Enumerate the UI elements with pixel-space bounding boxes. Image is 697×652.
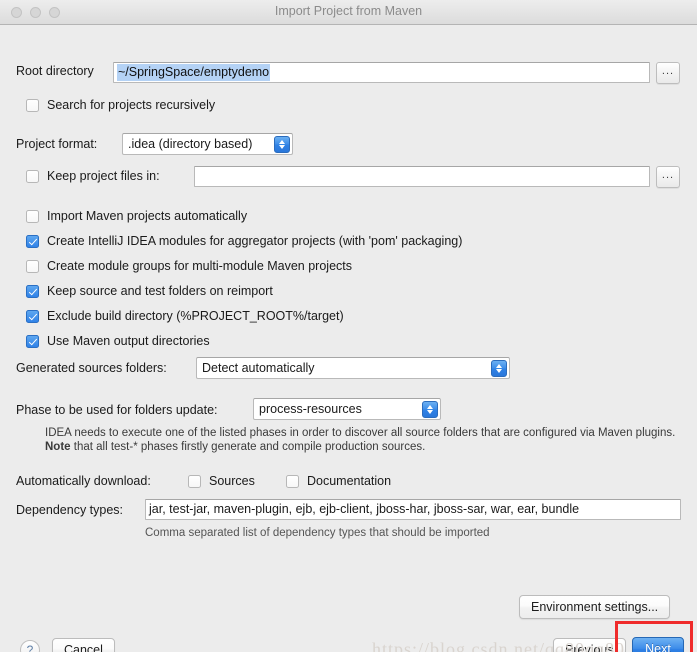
search-recursively-row[interactable]: Search for projects recursively xyxy=(26,98,215,112)
window-titlebar: Import Project from Maven xyxy=(0,0,697,25)
option-exclude-build-row[interactable]: Exclude build directory (%PROJECT_ROOT%/… xyxy=(26,309,344,323)
root-directory-label: Root directory xyxy=(16,64,94,78)
option-checkbox[interactable] xyxy=(26,259,39,273)
phase-hint-line2-wrap: Note that all test-* phases firstly gene… xyxy=(45,440,690,454)
cancel-button[interactable]: Cancel xyxy=(52,638,115,652)
phase-hint-note-bold: Note xyxy=(45,441,71,453)
auto-download-documentation-row[interactable]: Documentation xyxy=(286,474,391,488)
phase-hint-line1: IDEA needs to execute one of the listed … xyxy=(45,427,676,439)
dependency-types-value: jar, test-jar, maven-plugin, ejb, ejb-cl… xyxy=(149,502,580,516)
option-checkbox[interactable] xyxy=(26,234,39,248)
option-label: Create module groups for multi-module Ma… xyxy=(47,259,352,273)
generated-sources-combobox[interactable]: Detect automatically xyxy=(196,357,510,379)
option-import-automatically-row[interactable]: Import Maven projects automatically xyxy=(26,209,247,223)
project-format-value: .idea (directory based) xyxy=(128,137,253,151)
generated-sources-label: Generated sources folders: xyxy=(16,361,167,375)
option-label: Use Maven output directories xyxy=(47,334,210,348)
generated-sources-label-wrap: Generated sources folders: xyxy=(16,361,167,375)
dependency-types-input[interactable]: jar, test-jar, maven-plugin, ejb, ejb-cl… xyxy=(145,499,681,520)
dependency-types-label: Dependency types: xyxy=(16,503,124,517)
generated-sources-value: Detect automatically xyxy=(202,361,315,375)
option-module-groups-row[interactable]: Create module groups for multi-module Ma… xyxy=(26,259,352,273)
keep-project-files-row[interactable]: Keep project files in: xyxy=(26,169,160,183)
project-format-label: Project format: xyxy=(16,137,98,151)
root-directory-label-wrap: Root directory xyxy=(16,64,94,78)
option-checkbox[interactable] xyxy=(26,309,39,323)
option-checkbox[interactable] xyxy=(26,334,39,348)
root-directory-browse-button[interactable]: ... xyxy=(656,62,680,84)
option-label: Create IntelliJ IDEA modules for aggrega… xyxy=(47,234,463,248)
dependency-types-label-wrap: Dependency types: xyxy=(16,503,123,517)
phase-hint: IDEA needs to execute one of the listed … xyxy=(45,426,690,454)
ellipsis-icon: ... xyxy=(661,169,675,181)
option-maven-output-row[interactable]: Use Maven output directories xyxy=(26,334,210,348)
option-label: Exclude build directory (%PROJECT_ROOT%/… xyxy=(47,309,344,323)
environment-settings-label: Environment settings... xyxy=(531,600,659,614)
search-recursively-label: Search for projects recursively xyxy=(47,98,216,112)
keep-project-files-input[interactable] xyxy=(194,166,650,187)
documentation-label: Documentation xyxy=(307,474,392,488)
phase-value: process-resources xyxy=(259,402,362,416)
dialog-content: Root directory ~/SpringSpace/emptydemo .… xyxy=(0,25,697,652)
question-mark-icon: ? xyxy=(26,643,34,652)
search-recursively-checkbox[interactable] xyxy=(26,98,39,112)
generated-sources-stepper-icon[interactable] xyxy=(491,360,507,377)
option-label: Import Maven projects automatically xyxy=(47,209,248,223)
ellipsis-icon: ... xyxy=(661,65,675,77)
keep-project-files-label: Keep project files in: xyxy=(47,169,160,183)
project-format-label-wrap: Project format: xyxy=(16,137,97,151)
documentation-checkbox[interactable] xyxy=(286,474,299,488)
next-button[interactable]: Next xyxy=(632,637,684,652)
root-directory-input[interactable]: ~/SpringSpace/emptydemo xyxy=(113,62,650,83)
option-checkbox[interactable] xyxy=(26,284,39,298)
phase-label: Phase to be used for folders update: xyxy=(16,403,218,417)
phase-hint-line2: that all test-* phases firstly generate … xyxy=(70,441,426,453)
option-keep-folders-row[interactable]: Keep source and test folders on reimport xyxy=(26,284,273,298)
dependency-types-hint: Comma separated list of dependency types… xyxy=(145,527,490,539)
project-format-stepper-icon[interactable] xyxy=(274,136,290,153)
cancel-label: Cancel xyxy=(64,643,103,652)
sources-checkbox[interactable] xyxy=(188,474,201,488)
auto-download-label-wrap: Automatically download: xyxy=(16,474,151,488)
watermark: https://blog.csdn.net/qq80qq80 xyxy=(372,639,625,652)
sources-label: Sources xyxy=(209,474,255,488)
root-directory-value: ~/SpringSpace/emptydemo xyxy=(117,64,271,81)
phase-combobox[interactable]: process-resources xyxy=(253,398,441,420)
auto-download-sources-row[interactable]: Sources xyxy=(188,474,255,488)
environment-settings-button[interactable]: Environment settings... xyxy=(519,595,671,619)
option-checkbox[interactable] xyxy=(26,209,39,223)
project-format-combobox[interactable]: .idea (directory based) xyxy=(122,133,293,155)
window-title: Import Project from Maven xyxy=(274,4,423,18)
option-label: Keep source and test folders on reimport xyxy=(47,284,273,298)
keep-project-files-checkbox[interactable] xyxy=(26,169,39,183)
phase-label-wrap: Phase to be used for folders update: xyxy=(16,403,218,417)
next-label: Next xyxy=(645,642,671,652)
help-button[interactable]: ? xyxy=(20,640,40,652)
option-create-modules-row[interactable]: Create IntelliJ IDEA modules for aggrega… xyxy=(26,234,462,248)
auto-download-label: Automatically download: xyxy=(16,474,151,488)
import-project-from-maven-dialog: Import Project from Maven Root directory… xyxy=(0,0,697,652)
keep-project-files-browse-button[interactable]: ... xyxy=(656,166,680,188)
phase-stepper-icon[interactable] xyxy=(422,401,438,418)
